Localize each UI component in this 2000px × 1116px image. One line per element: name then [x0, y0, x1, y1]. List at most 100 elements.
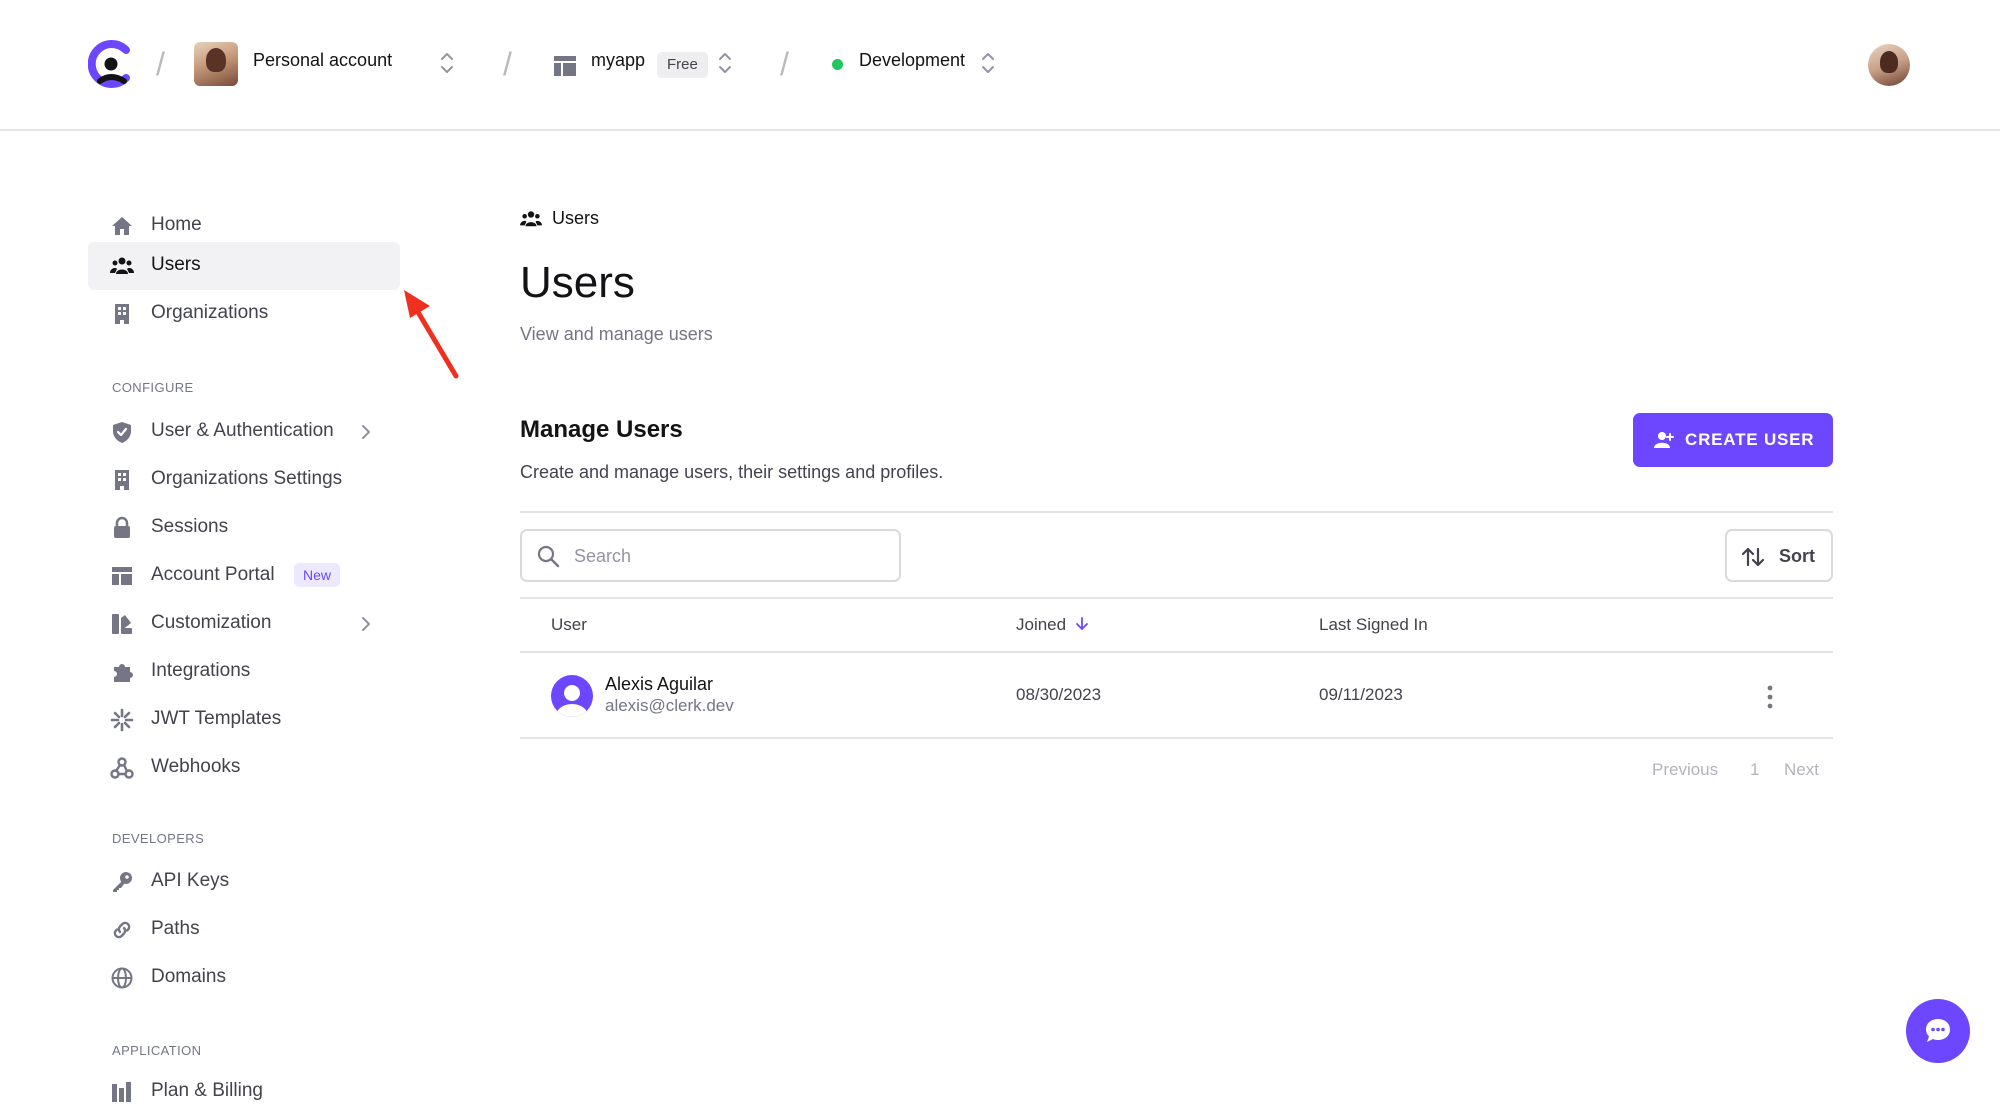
breadcrumb[interactable]: Users	[552, 208, 599, 229]
sidebar-item-label: Sessions	[151, 516, 229, 537]
sidebar-item-label: Users	[151, 254, 201, 275]
account-switcher-chevron-icon[interactable]	[440, 50, 454, 76]
users-icon	[520, 211, 542, 227]
sidebar-item-label: Organizations Settings	[151, 468, 343, 489]
sidebar-item-organizations-settings[interactable]: Organizations Settings	[88, 456, 400, 504]
column-header-last-signed-in[interactable]: Last Signed In	[1319, 615, 1428, 635]
puzzle-icon	[114, 664, 133, 682]
top-bar: / Personal account / myapp Free / Develo…	[0, 0, 2000, 131]
column-header-joined[interactable]: Joined	[1016, 615, 1089, 635]
pagination-next[interactable]: Next	[1784, 760, 1819, 780]
sidebar-item-user-authentication[interactable]: User & Authentication	[88, 408, 400, 456]
sidebar-item-paths[interactable]: Paths	[88, 906, 400, 954]
chat-bubble-icon	[1926, 1019, 1950, 1042]
user-plus-icon	[1654, 432, 1674, 448]
user-name: Alexis Aguilar	[605, 674, 714, 694]
column-header-label: Joined	[1016, 615, 1067, 634]
sidebar-item-domains[interactable]: Domains	[88, 954, 400, 1002]
paint-icon	[112, 614, 132, 634]
link-icon	[113, 921, 131, 939]
home-icon	[112, 217, 132, 235]
chevron-right-icon	[362, 617, 370, 631]
sidebar-item-label: JWT Templates	[151, 708, 282, 729]
account-avatar[interactable]	[194, 42, 238, 86]
user-avatar	[551, 675, 593, 717]
last-signed-in-date: 09/11/2023	[1319, 685, 1403, 704]
user-email: alexis@clerk.dev	[605, 696, 734, 715]
create-user-label: CREATE USER	[1685, 430, 1815, 449]
sidebar-item-label: Organizations	[151, 302, 269, 323]
section-label-configure: CONFIGURE	[112, 380, 194, 395]
sidebar-item-label: Webhooks	[151, 756, 241, 777]
webhook-icon	[110, 757, 134, 779]
divider	[520, 511, 1833, 513]
environment-status-dot	[832, 59, 843, 70]
annotation-arrow-icon	[404, 290, 459, 379]
sidebar-item-label: Paths	[151, 918, 200, 939]
sidebar-item-label: Domains	[151, 966, 226, 987]
column-header-user[interactable]: User	[551, 615, 587, 635]
sidebar-item-plan-billing[interactable]: Plan & Billing	[88, 1068, 400, 1116]
chevron-right-icon	[362, 425, 370, 439]
search-field[interactable]	[520, 529, 901, 582]
section-label-application: APPLICATION	[112, 1043, 202, 1058]
sidebar-item-label: API Keys	[151, 870, 230, 891]
clerk-logo-icon[interactable]	[88, 40, 132, 88]
sidebar-item-sessions[interactable]: Sessions	[88, 504, 400, 552]
divider	[520, 651, 1833, 653]
divider	[520, 597, 1833, 599]
sidebar-item-label: Integrations	[151, 660, 251, 681]
separator: /	[503, 46, 512, 82]
separator: /	[156, 46, 165, 82]
sidebar-item-integrations[interactable]: Integrations	[88, 648, 400, 696]
sidebar-item-account-portal[interactable]: Account Portal New	[88, 552, 400, 600]
section-title: Manage Users	[520, 416, 683, 443]
sidebar-item-customization[interactable]: Customization	[88, 600, 400, 648]
search-input[interactable]	[574, 541, 884, 571]
shield-icon	[113, 422, 131, 443]
sort-button[interactable]: Sort	[1725, 529, 1833, 582]
environment-switcher-chevron-icon[interactable]	[981, 50, 995, 76]
sidebar-item-label: Account Portal	[151, 564, 275, 585]
account-switcher-label[interactable]: Personal account	[253, 50, 392, 71]
divider	[520, 737, 1833, 739]
joined-date: 08/30/2023	[1016, 685, 1102, 704]
page-title: Users	[520, 258, 635, 307]
pagination-page[interactable]: 1	[1750, 760, 1759, 780]
sidebar-item-label: Customization	[151, 612, 272, 633]
more-options-icon[interactable]	[1763, 684, 1777, 710]
lock-icon	[114, 516, 130, 538]
globe-icon	[111, 967, 133, 989]
sort-label: Sort	[1779, 546, 1815, 566]
jwt-icon	[110, 708, 134, 732]
support-chat-button[interactable]	[1906, 999, 1970, 1063]
section-label-developers: DEVELOPERS	[112, 831, 205, 846]
building-icon	[115, 304, 129, 324]
sidebar-item-label: User & Authentication	[151, 420, 334, 441]
app-switcher-label[interactable]: myapp	[591, 50, 645, 71]
sort-icon	[1741, 547, 1765, 567]
search-icon	[537, 545, 560, 568]
sidebar-item-users[interactable]: Users	[88, 242, 400, 290]
users-icon	[110, 257, 134, 274]
separator: /	[780, 46, 789, 82]
arrow-down-icon	[1075, 617, 1088, 630]
user-avatar[interactable]	[1868, 44, 1910, 86]
create-user-button[interactable]: CREATE USER	[1633, 413, 1833, 467]
sidebar-item-label: Plan & Billing	[151, 1080, 263, 1101]
key-icon	[113, 872, 132, 892]
pagination-previous[interactable]: Previous	[1652, 760, 1718, 780]
app-switcher-chevron-icon[interactable]	[718, 50, 732, 76]
environment-switcher-label[interactable]: Development	[859, 50, 965, 71]
sidebar-item-jwt-templates[interactable]: JWT Templates	[88, 696, 400, 744]
sidebar-item-api-keys[interactable]: API Keys	[88, 858, 400, 906]
app-layout-icon	[554, 56, 576, 76]
sidebar-item-label: Home	[151, 214, 202, 235]
layout-icon	[112, 567, 132, 585]
sidebar-item-webhooks[interactable]: Webhooks	[88, 744, 400, 792]
billing-icon	[112, 1082, 131, 1102]
new-badge: New	[294, 563, 341, 587]
page-subtitle: View and manage users	[520, 324, 713, 344]
sidebar-item-organizations[interactable]: Organizations	[88, 290, 400, 338]
section-subtitle: Create and manage users, their settings …	[520, 462, 944, 482]
